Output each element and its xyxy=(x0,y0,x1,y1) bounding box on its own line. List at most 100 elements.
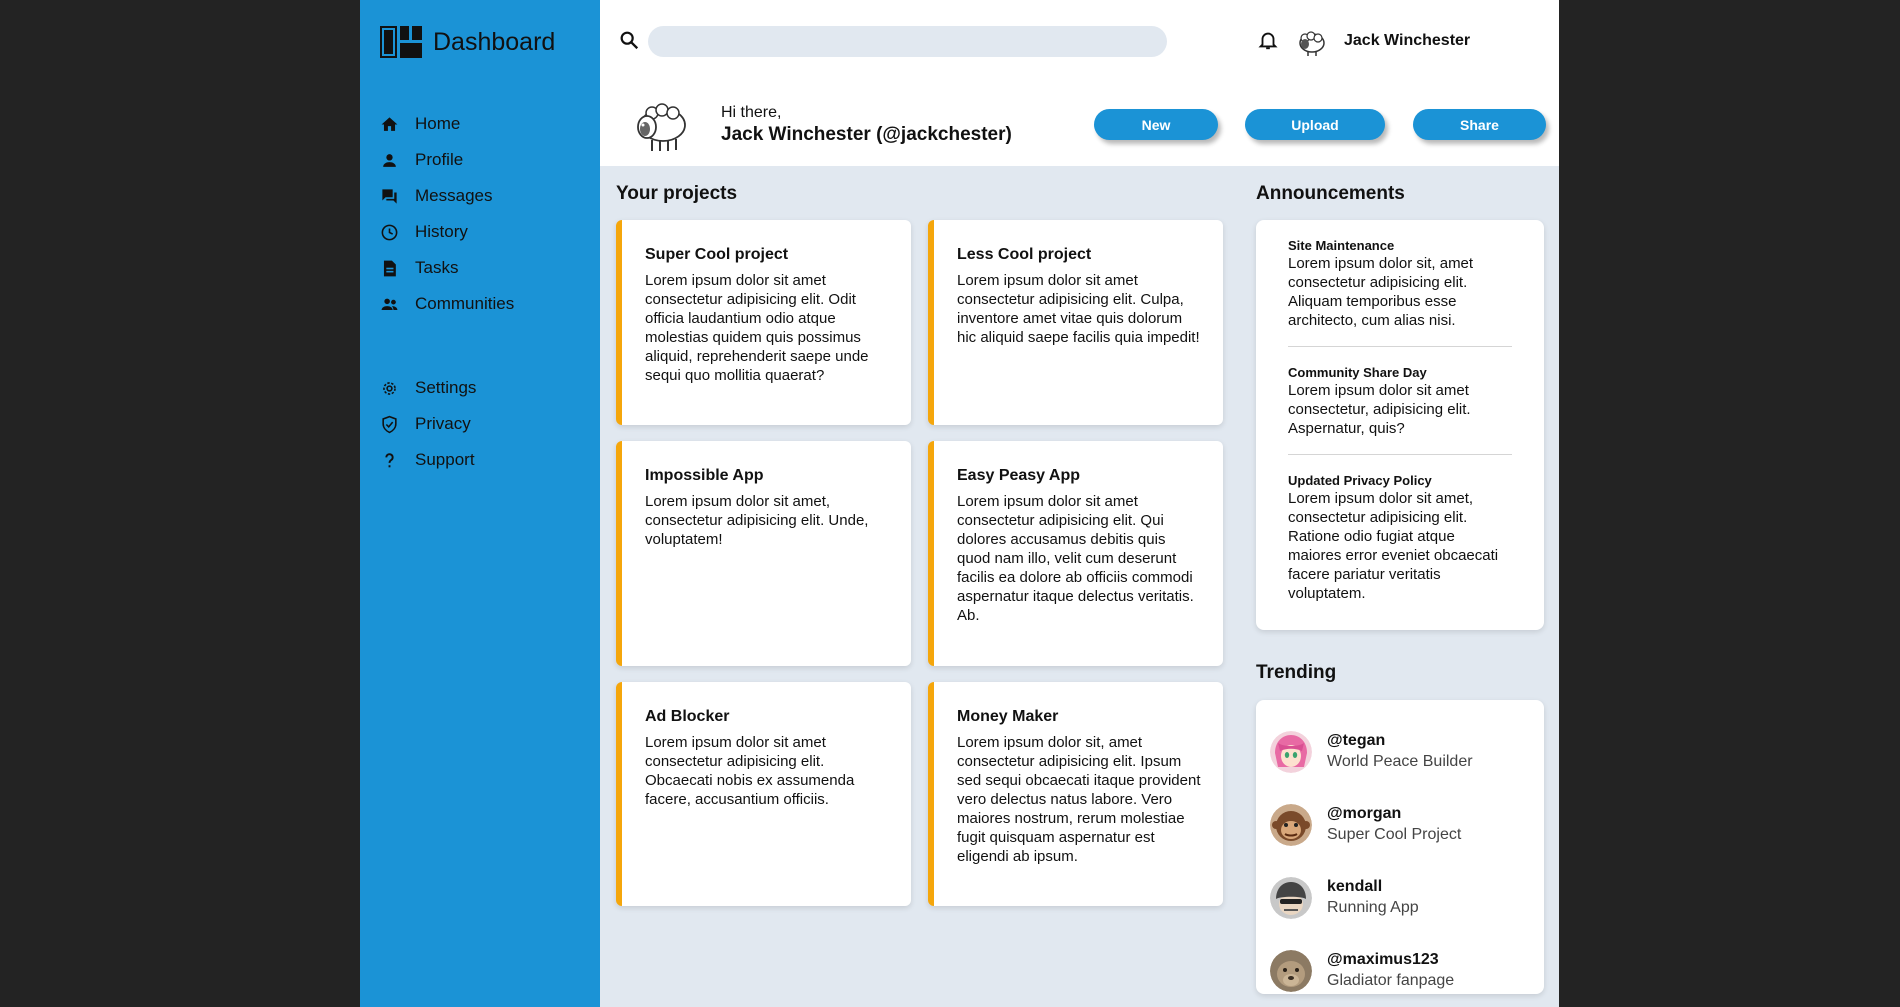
project-description: Lorem ipsum dolor sit amet consectetur a… xyxy=(957,493,1194,624)
avatar xyxy=(1270,730,1312,773)
group-icon xyxy=(379,294,399,314)
sidebar-item-history[interactable]: History xyxy=(360,214,600,250)
app-window: Dashboard Home Profile Messages History … xyxy=(360,0,1559,1007)
project-description: Lorem ipsum dolor sit amet consectetur a… xyxy=(645,272,869,384)
announcements-card: Site Maintenance Lorem ipsum dolor sit, … xyxy=(1256,220,1544,630)
main-content: Jack Winchester Hi there, Jack Wincheste… xyxy=(600,0,1559,1007)
greeting-bar: Hi there, Jack Winchester (@jackchester)… xyxy=(600,84,1559,166)
trending-item[interactable]: @maximus123 Gladiator fanpage xyxy=(1256,934,1544,1007)
announcements-heading: Announcements xyxy=(1256,183,1405,204)
trending-handle: kendall xyxy=(1327,878,1383,895)
announcement-item[interactable]: Site Maintenance Lorem ipsum dolor sit, … xyxy=(1288,238,1512,347)
project-card[interactable]: Impossible App Lorem ipsum dolor sit ame… xyxy=(616,441,911,666)
home-icon xyxy=(379,114,399,134)
clock-icon xyxy=(379,222,399,242)
sidebar-item-tasks[interactable]: Tasks xyxy=(360,250,600,286)
project-card[interactable]: Less Cool project Lorem ipsum dolor sit … xyxy=(928,220,1223,425)
chat-icon xyxy=(379,186,399,206)
announcement-item[interactable]: Community Share Day Lorem ipsum dolor si… xyxy=(1288,365,1512,455)
avatar xyxy=(1270,803,1312,846)
sidebar-item-label: Messages xyxy=(415,186,493,205)
trending-text: @maximus123 Gladiator fanpage xyxy=(1327,951,1454,990)
trending-text: @morgan Super Cool Project xyxy=(1327,805,1461,844)
trending-item[interactable]: @morgan Super Cool Project xyxy=(1256,788,1544,861)
announcement-title: Updated Privacy Policy xyxy=(1288,473,1432,488)
announcement-body: Lorem ipsum dolor sit amet, consectetur … xyxy=(1288,490,1499,602)
announcement-body: Lorem ipsum dolor sit, amet consectetur … xyxy=(1288,255,1474,329)
gear-icon xyxy=(379,378,399,398)
sidebar-item-messages[interactable]: Messages xyxy=(360,178,600,214)
avatar xyxy=(1270,949,1312,992)
project-description: Lorem ipsum dolor sit, amet consectetur … xyxy=(957,734,1201,865)
sidebar-item-label: Tasks xyxy=(415,258,459,277)
announcement-body: Lorem ipsum dolor sit amet consectetur, … xyxy=(1288,382,1471,437)
header-username[interactable]: Jack Winchester xyxy=(1344,32,1470,50)
project-card[interactable]: Easy Peasy App Lorem ipsum dolor sit ame… xyxy=(928,441,1223,666)
trending-item[interactable]: @tegan World Peace Builder xyxy=(1256,715,1544,788)
sidebar-item-home[interactable]: Home xyxy=(360,106,600,142)
project-description: Lorem ipsum dolor sit amet consectetur a… xyxy=(645,734,855,808)
trending-text: kendall Running App xyxy=(1327,878,1419,917)
project-description: Lorem ipsum dolor sit amet, consectetur … xyxy=(645,493,869,548)
project-card[interactable]: Money Maker Lorem ipsum dolor sit, amet … xyxy=(928,682,1223,906)
trending-heading: Trending xyxy=(1256,662,1337,683)
brand-title: Dashboard xyxy=(433,27,556,56)
project-title: Ad Blocker xyxy=(645,708,730,725)
person-icon xyxy=(379,150,399,170)
trending-handle: @maximus123 xyxy=(1327,951,1439,968)
document-icon xyxy=(379,258,399,278)
sidebar-item-communities[interactable]: Communities xyxy=(360,286,600,322)
shield-icon xyxy=(379,414,399,434)
sidebar-item-label: Support xyxy=(415,450,475,469)
upload-button[interactable]: Upload xyxy=(1245,109,1385,140)
project-card[interactable]: Super Cool project Lorem ipsum dolor sit… xyxy=(616,220,911,425)
share-button[interactable]: Share xyxy=(1413,109,1546,140)
trending-handle: @morgan xyxy=(1327,805,1402,822)
search-input[interactable] xyxy=(648,26,1167,57)
dashboard-logo-icon xyxy=(380,26,422,58)
greeting-name: Jack Winchester (@jackchester) xyxy=(721,124,1012,145)
trending-subtitle: World Peace Builder xyxy=(1327,753,1473,770)
greeting-text: Hi there, xyxy=(721,104,782,121)
sidebar-item-settings[interactable]: Settings xyxy=(360,370,600,406)
new-button[interactable]: New xyxy=(1094,109,1218,140)
secondary-nav: Settings Privacy Support xyxy=(360,370,600,478)
project-title: Easy Peasy App xyxy=(957,467,1081,484)
project-description: Lorem ipsum dolor sit amet consectetur a… xyxy=(957,272,1200,346)
sidebar-item-label: History xyxy=(415,222,468,241)
announcement-title: Community Share Day xyxy=(1288,365,1427,380)
project-title: Super Cool project xyxy=(645,246,789,263)
project-title: Impossible App xyxy=(645,467,764,484)
sidebar-item-label: Privacy xyxy=(415,414,471,433)
project-title: Less Cool project xyxy=(957,246,1092,263)
brand[interactable]: Dashboard xyxy=(360,26,600,58)
sidebar-item-label: Settings xyxy=(415,378,477,397)
bell-icon[interactable] xyxy=(1257,29,1279,51)
avatar xyxy=(1270,876,1312,919)
trending-item[interactable]: kendall Running App xyxy=(1256,861,1544,934)
trending-subtitle: Super Cool Project xyxy=(1327,826,1462,843)
question-icon xyxy=(379,450,399,470)
announcement-title: Site Maintenance xyxy=(1288,238,1395,253)
project-card[interactable]: Ad Blocker Lorem ipsum dolor sit amet co… xyxy=(616,682,911,906)
search-icon[interactable] xyxy=(618,29,640,51)
sidebar-item-privacy[interactable]: Privacy xyxy=(360,406,600,442)
top-bar: Jack Winchester xyxy=(600,0,1559,84)
announcement-item[interactable]: Updated Privacy Policy Lorem ipsum dolor… xyxy=(1288,473,1512,619)
sidebar-item-support[interactable]: Support xyxy=(360,442,600,478)
projects-heading: Your projects xyxy=(616,183,738,204)
trending-card: @tegan World Peace Builder @morgan Super… xyxy=(1256,700,1544,994)
sidebar-item-profile[interactable]: Profile xyxy=(360,142,600,178)
sidebar-item-label: Profile xyxy=(415,150,464,169)
trending-handle: @tegan xyxy=(1327,732,1386,749)
project-title: Money Maker xyxy=(957,708,1059,725)
trending-text: @tegan World Peace Builder xyxy=(1327,732,1473,771)
trending-subtitle: Gladiator fanpage xyxy=(1327,972,1455,989)
trending-subtitle: Running App xyxy=(1327,899,1419,916)
sidebar-item-label: Home xyxy=(415,114,461,133)
sidebar: Dashboard Home Profile Messages History … xyxy=(360,0,600,1007)
sidebar-item-label: Communities xyxy=(415,294,515,313)
primary-nav: Home Profile Messages History Tasks Comm… xyxy=(360,106,600,322)
avatar[interactable] xyxy=(1294,24,1330,60)
